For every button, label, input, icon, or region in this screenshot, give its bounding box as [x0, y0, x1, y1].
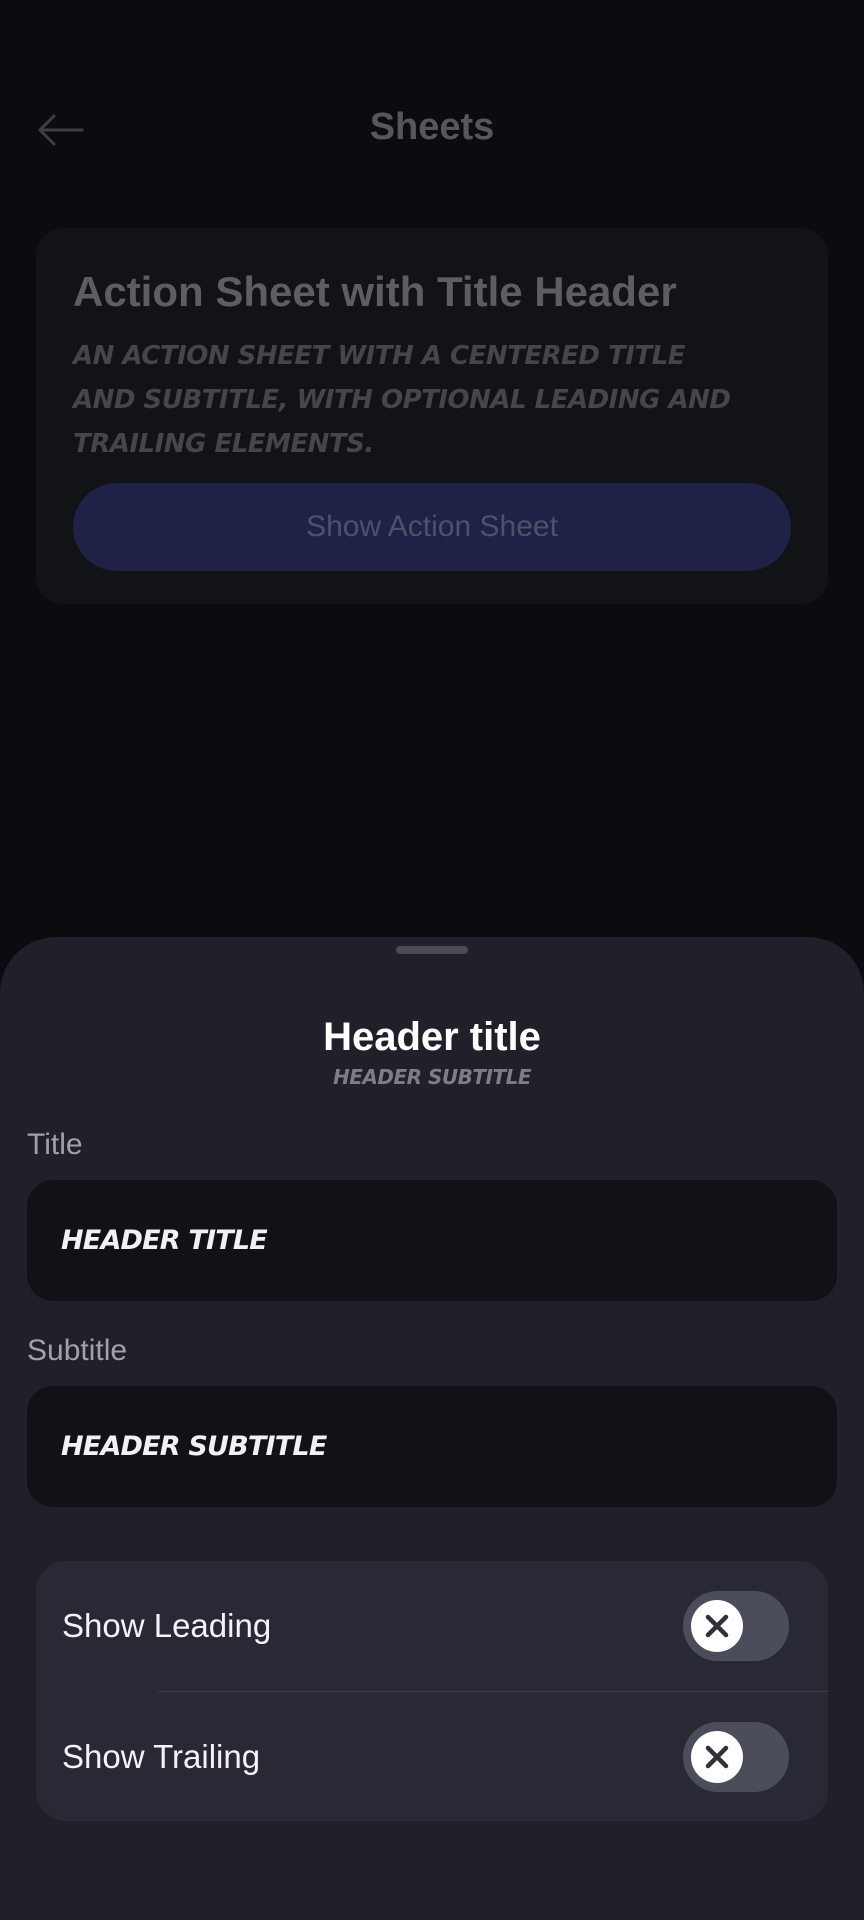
toggle-row-show-trailing[interactable]: Show Trailing	[36, 1692, 828, 1821]
page-title: Sheets	[369, 106, 495, 148]
action-sheet: Header title Header subtitle Title Heade…	[0, 937, 864, 1920]
show-leading-label: Show Leading	[62, 1607, 272, 1644]
toggle-group: Show Leading Show Trailing	[36, 1561, 828, 1821]
demo-card-title: Action Sheet with Title Header	[73, 268, 677, 315]
title-input-value: Header title	[61, 1225, 268, 1256]
subtitle-input-value: Header subtitle	[61, 1431, 327, 1462]
switch-knob	[691, 1600, 743, 1652]
demo-card: Action Sheet with Title Header An action…	[36, 228, 828, 604]
screen: Sheets Action Sheet with Title Header An…	[0, 0, 864, 1920]
show-leading-switch[interactable]	[683, 1591, 789, 1661]
toggle-row-show-leading[interactable]: Show Leading	[36, 1561, 828, 1691]
show-trailing-label: Show Trailing	[62, 1738, 261, 1775]
title-input[interactable]: Header title	[27, 1180, 837, 1301]
show-trailing-switch[interactable]	[683, 1722, 789, 1792]
subtitle-field-label: Subtitle	[27, 1334, 128, 1367]
demo-card-description: An action sheet with a centered title an…	[73, 341, 731, 459]
subtitle-input[interactable]: Header subtitle	[27, 1386, 837, 1507]
close-icon	[705, 1614, 729, 1638]
close-icon	[705, 1745, 729, 1769]
show-action-sheet-button[interactable]: Show Action Sheet	[73, 483, 791, 571]
top-app-bar: Sheets	[0, 80, 864, 180]
sheet-header-subtitle: Header subtitle	[332, 1065, 532, 1089]
sheet-header-title: Header title	[323, 1015, 541, 1059]
title-field-label: Title	[27, 1128, 83, 1161]
switch-knob	[691, 1731, 743, 1783]
sheet-drag-handle[interactable]	[396, 946, 468, 954]
